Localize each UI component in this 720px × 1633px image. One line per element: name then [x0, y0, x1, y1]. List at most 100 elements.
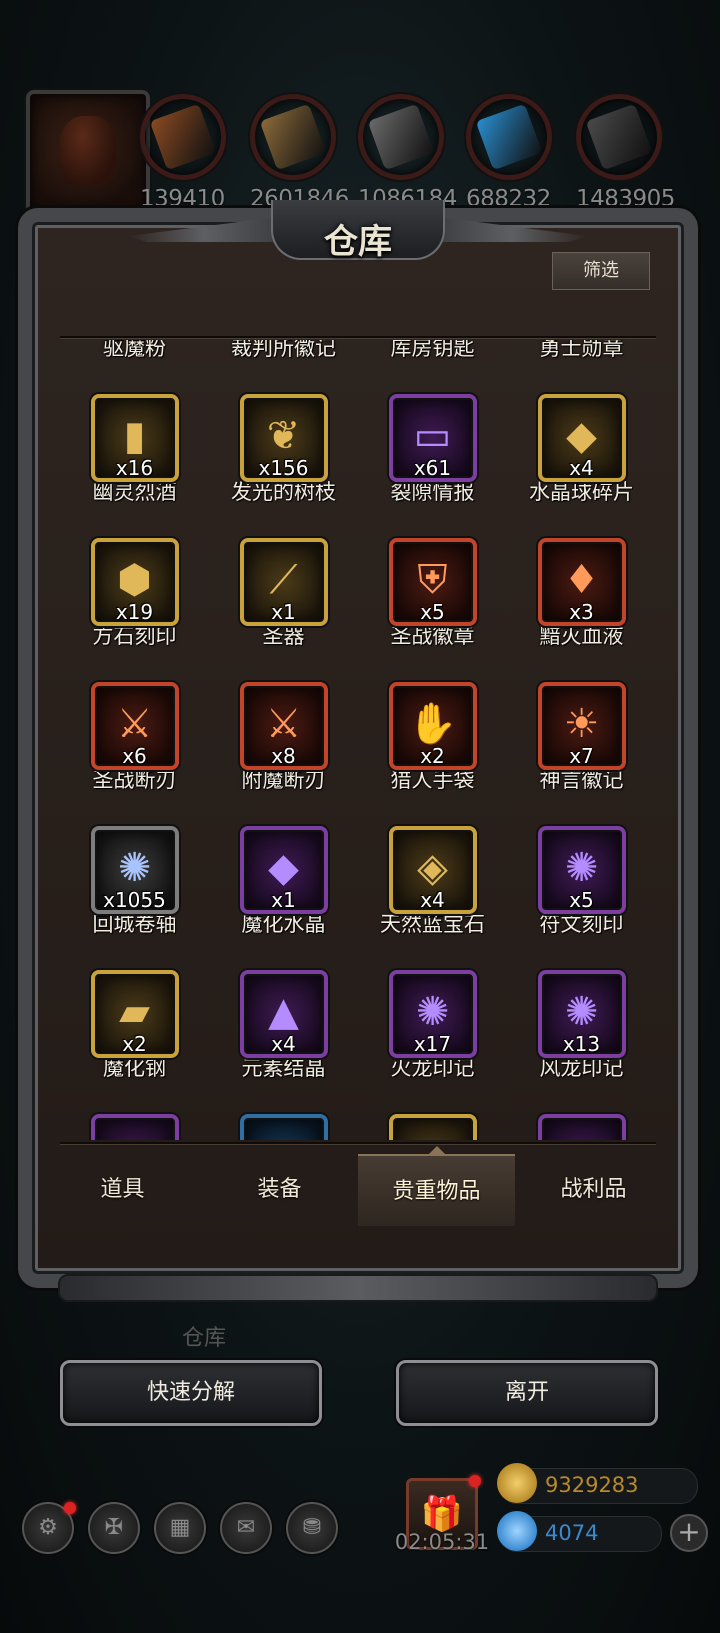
notification-dot — [64, 1502, 76, 1514]
item-cell[interactable]: ☀ x7 神言徽记 — [507, 680, 656, 824]
mail-icon[interactable]: ✉ — [220, 1502, 272, 1554]
relic-blade-icon: ⟋ — [269, 557, 298, 604]
item-quantity: x156 — [258, 456, 309, 480]
item-cell[interactable] — [209, 1112, 358, 1140]
resource-counter[interactable]: 688232 — [466, 94, 552, 212]
divider — [60, 336, 656, 339]
item-quantity: x4 — [420, 888, 445, 912]
iron-ingot-icon — [358, 94, 444, 180]
item-slot[interactable]: ⛨ x5 — [388, 538, 477, 626]
item-quantity: x5 — [569, 888, 594, 912]
item-quantity: x8 — [271, 744, 296, 768]
ranking-icon[interactable]: ▦ — [154, 1502, 206, 1554]
item-slot[interactable]: ✺ x13 — [537, 970, 626, 1058]
item-slot[interactable] — [388, 1114, 477, 1140]
item-slot[interactable]: ▮ x16 — [90, 394, 179, 482]
tab-1[interactable]: 装备 — [201, 1154, 358, 1226]
item-cell[interactable]: ▰ x2 魔化钢 — [60, 968, 209, 1112]
item-cell[interactable]: ⟋ x1 圣器 — [209, 536, 358, 680]
item-slot[interactable]: ▲ x4 — [239, 970, 328, 1058]
stone-block-icon: ⬢ — [117, 557, 152, 604]
item-cell[interactable]: ◆ x1 魔化水晶 — [209, 824, 358, 968]
item-slot[interactable]: ✺ x17 — [388, 970, 477, 1058]
item-name: 裁判所徽记 — [231, 340, 336, 360]
resource-counter[interactable]: 1483905 — [576, 94, 675, 212]
item-slot[interactable] — [90, 1114, 179, 1140]
item-cell[interactable]: ⛨ x5 圣战徽章 — [358, 536, 507, 680]
leave-button[interactable]: 离开 — [396, 1360, 658, 1426]
item-cell[interactable]: ▮ x16 幽灵烈酒 — [60, 392, 209, 536]
item-cell[interactable]: ✺ x17 火龙印记 — [358, 968, 507, 1112]
active-tab-indicator — [426, 1146, 447, 1156]
steel-ingot-icon: ▰ — [119, 989, 150, 1036]
item-cell[interactable]: ⬢ x19 方石刻印 — [60, 536, 209, 680]
item-slot[interactable]: ▰ x2 — [90, 970, 179, 1058]
item-slot[interactable]: ⬢ x19 — [90, 538, 179, 626]
item-slot[interactable]: ◆ x1 — [239, 826, 328, 914]
item-slot[interactable]: ✺ x5 — [537, 826, 626, 914]
item-cell[interactable]: ✺ x13 风龙印记 — [507, 968, 656, 1112]
item-slot[interactable]: ⟋ x1 — [239, 538, 328, 626]
items-scroll-area[interactable]: ✦x48驱魔粉✠x13裁判所徽记⚷x1库房钥匙✪x140勇士勋章 ▮x16幽灵烈酒… — [60, 340, 656, 1140]
item-cell[interactable]: ⚷x1库房钥匙 — [358, 340, 507, 392]
quick-decompose-button[interactable]: 快速分解 — [60, 1360, 322, 1426]
item-slot[interactable]: ✋ x2 — [388, 682, 477, 770]
item-quantity: x16 — [115, 456, 154, 480]
shop-icon[interactable]: ⛃ — [286, 1502, 338, 1554]
item-slot[interactable]: ♦ x3 — [537, 538, 626, 626]
item-cell[interactable]: ✺ x5 符文刻印 — [507, 824, 656, 968]
item-cell[interactable]: ⚔ x6 圣战断刃 — [60, 680, 209, 824]
broken-sword-icon: ⚔ — [116, 701, 153, 748]
gold-coin-icon — [497, 1463, 537, 1503]
item-slot[interactable]: ◆ x4 — [537, 394, 626, 482]
item-slot[interactable] — [239, 1114, 328, 1140]
guild-icon[interactable]: ✠ — [88, 1502, 140, 1554]
tab-2[interactable]: 贵重物品 — [358, 1146, 515, 1226]
item-cell[interactable] — [358, 1112, 507, 1140]
gold-counter: 9329283 — [497, 1463, 698, 1504]
item-cell[interactable]: ▭ x61 裂隙情报 — [358, 392, 507, 536]
item-name: 勇士勋章 — [539, 340, 624, 360]
item-cell[interactable]: ♦ x3 黯灭血液 — [507, 536, 656, 680]
item-slot[interactable]: ⚔ x6 — [90, 682, 179, 770]
item-slot[interactable] — [537, 1114, 626, 1140]
items-grid: ✦x48驱魔粉✠x13裁判所徽记⚷x1库房钥匙✪x140勇士勋章 ▮x16幽灵烈酒… — [60, 340, 656, 1140]
hero-portrait[interactable] — [26, 90, 150, 214]
tab-0[interactable]: 道具 — [44, 1154, 201, 1226]
resource-counter[interactable]: 1086184 — [358, 94, 457, 212]
settings-gear-icon[interactable]: ⚙ — [22, 1502, 76, 1554]
filter-button[interactable]: 筛选 — [552, 252, 650, 290]
item-slot[interactable]: ▭ x61 — [388, 394, 477, 482]
item-cell[interactable]: ❦ x156 发光的树枝 — [209, 392, 358, 536]
item-cell[interactable]: ✋ x2 猎人手袋 — [358, 680, 507, 824]
tab-3[interactable]: 战利品 — [515, 1154, 672, 1226]
item-slot[interactable]: ◈ x4 — [388, 826, 477, 914]
item-slot[interactable]: ✺ x1055 — [90, 826, 179, 914]
item-cell[interactable]: ◈ x4 天然蓝宝石 — [358, 824, 507, 968]
item-cell[interactable]: ⚔ x8 附魔断刃 — [209, 680, 358, 824]
item-cell[interactable]: ✠x13裁判所徽记 — [209, 340, 358, 392]
element-crystal-icon: ▲ — [268, 989, 299, 1036]
sapphire-icon: ◈ — [417, 845, 448, 892]
add-currency-button[interactable]: + — [670, 1514, 708, 1552]
scroll-icon: ▭ — [413, 413, 452, 460]
item-cell[interactable]: ▲ x4 元素结晶 — [209, 968, 358, 1112]
item-quantity: x13 — [562, 1032, 601, 1056]
item-cell[interactable] — [507, 1112, 656, 1140]
item-slot[interactable]: ❦ x156 — [239, 394, 328, 482]
notification-dot — [469, 1475, 481, 1487]
item-slot[interactable]: ⚔ x8 — [239, 682, 328, 770]
resource-counter[interactable]: 2601846 — [250, 94, 349, 212]
item-cell[interactable] — [60, 1112, 209, 1140]
item-slot[interactable]: ☀ x7 — [537, 682, 626, 770]
resource-counter[interactable]: 139410 — [140, 94, 226, 212]
item-cell[interactable]: ✺ x1055 回城卷轴 — [60, 824, 209, 968]
item-cell[interactable]: ✪x140勇士勋章 — [507, 340, 656, 392]
stone-ingot-icon — [576, 94, 662, 180]
item-cell[interactable]: ✦x48驱魔粉 — [60, 340, 209, 392]
crusade-badge-icon: ⛨ — [417, 557, 448, 604]
item-cell[interactable]: ◆ x4 水晶球碎片 — [507, 392, 656, 536]
divine-emblem-icon: ☀ — [563, 701, 600, 748]
item-quantity: x17 — [413, 1032, 452, 1056]
item-quantity: x4 — [569, 456, 594, 480]
